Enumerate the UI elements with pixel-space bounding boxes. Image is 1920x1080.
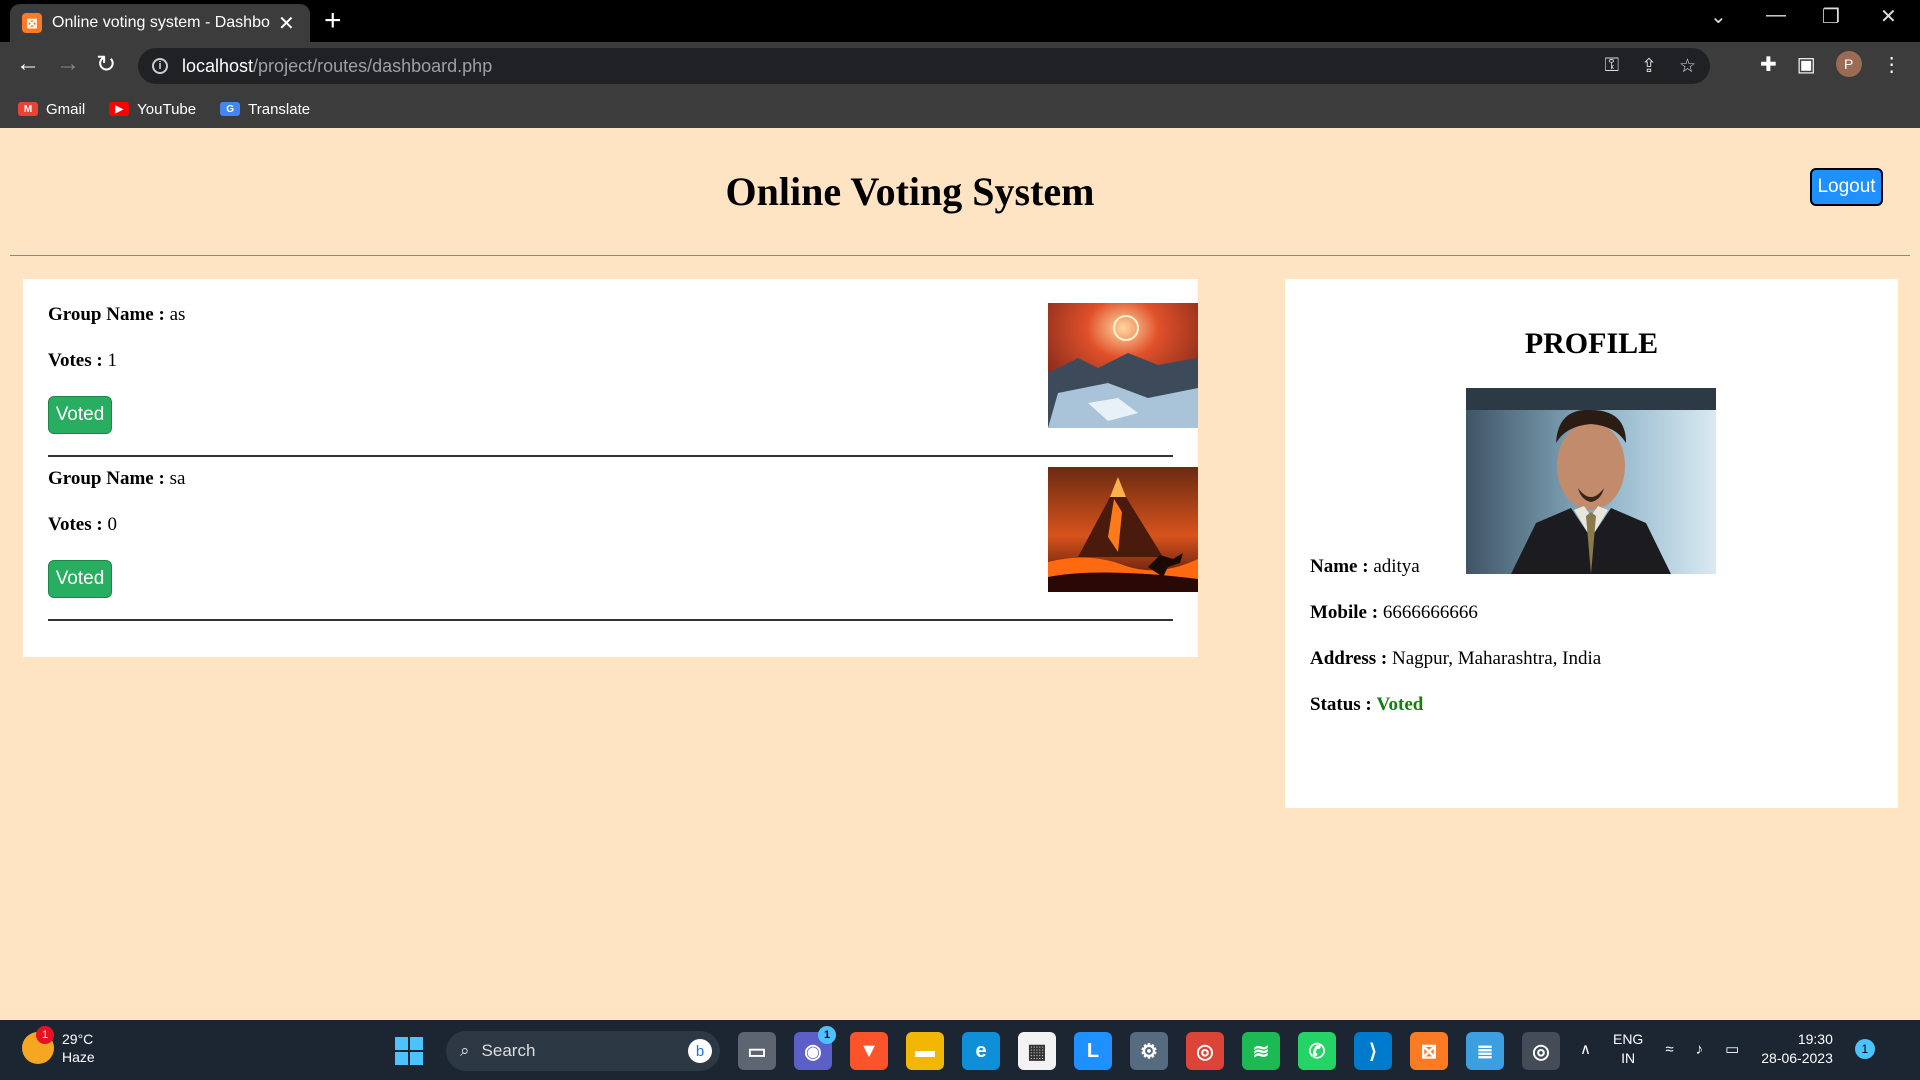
new-tab-button[interactable]: + [324, 5, 342, 37]
restore-icon[interactable]: ❐ [1822, 4, 1840, 29]
settings-gear-icon[interactable]: ⚙ [1130, 1032, 1168, 1070]
side-panel-icon[interactable]: ▣ [1797, 52, 1816, 77]
logout-button[interactable]: Logout [1810, 168, 1883, 206]
back-icon[interactable]: ← [16, 50, 40, 78]
taskbar-search[interactable]: ⌕ Search b [446, 1031, 720, 1071]
task-view-icon[interactable]: ▭ [738, 1032, 776, 1070]
teams-badge: 1 [818, 1026, 836, 1044]
profile-address-field: Address : Nagpur, Maharashtra, India [1310, 648, 1602, 669]
profile-mobile-field: Mobile : 6666666666 [1310, 602, 1478, 623]
bookmark-label: Gmail [46, 100, 86, 118]
page-title: Online Voting System [725, 169, 1095, 214]
group-name-field: Group Name : sa [48, 468, 186, 489]
minimize-icon[interactable]: — [1766, 4, 1786, 27]
xampp-favicon-icon: ⊠ [22, 13, 42, 33]
windows-start-icon[interactable] [390, 1032, 428, 1070]
bookmark-youtube[interactable]: ▶ YouTube [109, 101, 196, 118]
weather-desc: Haze [62, 1049, 95, 1065]
edge-browser-icon[interactable]: e [962, 1032, 1000, 1070]
xampp-icon[interactable]: ⊠ [1410, 1032, 1448, 1070]
profile-name-field: Name : aditya [1310, 556, 1420, 577]
gmail-icon: M [18, 102, 38, 116]
weather-badge: 1 [36, 1026, 54, 1044]
wifi-icon[interactable]: ≈ [1665, 1041, 1673, 1058]
search-label: Search [481, 1041, 536, 1060]
teams-chat-icon[interactable]: ◉ 1 [794, 1026, 836, 1070]
share-icon[interactable]: ⇪ [1641, 55, 1657, 78]
key-icon[interactable]: ⚿ [1605, 55, 1619, 78]
address-bar[interactable]: i localhost/project/routes/dashboard.php… [138, 48, 1710, 84]
vscode-icon[interactable]: ⟩ [1354, 1032, 1392, 1070]
weather-widget[interactable]: 1 29°C Haze [22, 1026, 95, 1066]
profile-status-field: Status : Voted [1310, 694, 1424, 715]
browser-tab-bar: ⊠ Online voting system - Dashboard ✕ + ⌄… [0, 0, 1920, 42]
voted-button[interactable]: Voted [48, 560, 112, 598]
bookmark-gmail[interactable]: M Gmail [18, 101, 85, 118]
search-icon: ⌕ [460, 1041, 470, 1060]
l-app-icon[interactable]: L [1074, 1032, 1112, 1070]
youtube-icon: ▶ [109, 102, 130, 116]
bookmark-star-icon[interactable]: ☆ [1679, 55, 1696, 78]
show-hidden-icons-chevron-icon[interactable]: ∧ [1580, 1040, 1591, 1058]
notepad-icon[interactable]: ≣ [1466, 1032, 1504, 1070]
close-window-icon[interactable]: ✕ [1880, 4, 1897, 29]
notification-badge[interactable]: 1 [1854, 1039, 1875, 1059]
site-info-icon[interactable]: i [152, 58, 168, 74]
status-value: Voted [1376, 694, 1424, 715]
battery-icon[interactable]: ▭ [1725, 1040, 1739, 1058]
profile-panel: PROFILE Name : aditya Mobile : 666666666… [1285, 279, 1898, 808]
page-content: Online Voting System Logout Group Name :… [0, 128, 1920, 1020]
spotify-icon[interactable]: ≋ [1242, 1032, 1280, 1070]
microsoft-store-icon[interactable]: ▦ [1018, 1032, 1056, 1070]
bookmark-translate[interactable]: G Translate [220, 101, 310, 118]
weather-temp: 29°C [62, 1031, 94, 1047]
haze-weather-icon: 1 [22, 1026, 54, 1064]
group-votes-field: Votes : 1 [48, 350, 117, 371]
clock[interactable]: 19:30 28-06-2023 [1761, 1030, 1833, 1068]
tab-title: Online voting system - Dashboard [52, 14, 270, 31]
tab-close-icon[interactable]: ✕ [278, 11, 295, 36]
group-symbol-image [1048, 303, 1198, 428]
url-host: localhost [182, 55, 254, 76]
forward-icon[interactable]: → [56, 50, 80, 78]
file-explorer-icon[interactable]: ▬ [906, 1032, 944, 1070]
group-votes-field: Votes : 0 [48, 514, 117, 535]
bookmarks-bar: M Gmail ▶ YouTube G Translate [0, 90, 1920, 128]
groups-panel: Group Name : as Votes : 1 Voted Group Na… [23, 279, 1198, 657]
reload-icon[interactable]: ↻ [96, 50, 116, 79]
profile-photo [1466, 388, 1716, 574]
translate-icon: G [220, 102, 241, 116]
bookmark-label: YouTube [137, 100, 197, 118]
browser-toolbar: ← → ↻ i localhost/project/routes/dashboa… [0, 42, 1920, 90]
menu-kebab-icon[interactable]: ⋮ [1882, 52, 1902, 77]
profile-avatar[interactable]: P [1835, 51, 1862, 77]
profile-title: PROFILE [1524, 327, 1659, 360]
windows-taskbar: 1 29°C Haze ⌕ Search b ▭ ◉ 1 ▼ ▬ e ▦ L ⚙ … [0, 1020, 1920, 1080]
browser-tab[interactable]: ⊠ Online voting system - Dashboard ✕ [10, 4, 310, 42]
url-path: /project/routes/dashboard.php [253, 55, 493, 76]
voted-button[interactable]: Voted [48, 396, 112, 434]
brave-browser-icon[interactable]: ▼ [850, 1032, 888, 1070]
volume-icon[interactable]: ♪ [1696, 1041, 1704, 1058]
bookmark-label: Translate [248, 100, 311, 118]
group-divider [48, 455, 1173, 457]
extensions-puzzle-icon[interactable]: ✚ [1760, 52, 1777, 77]
group-symbol-image [1048, 467, 1198, 592]
chrome-profile-icon[interactable]: ◎ [1522, 1032, 1560, 1070]
header-divider [10, 255, 1910, 256]
tab-search-chevron-icon[interactable]: ⌄ [1710, 4, 1727, 29]
group-divider [48, 619, 1173, 621]
language-indicator[interactable]: ENG IN [1613, 1030, 1643, 1068]
chrome-icon[interactable]: ◎ [1186, 1032, 1224, 1070]
bing-icon[interactable]: b [688, 1039, 712, 1063]
whatsapp-icon[interactable]: ✆ [1298, 1032, 1336, 1070]
group-name-field: Group Name : as [48, 304, 186, 325]
